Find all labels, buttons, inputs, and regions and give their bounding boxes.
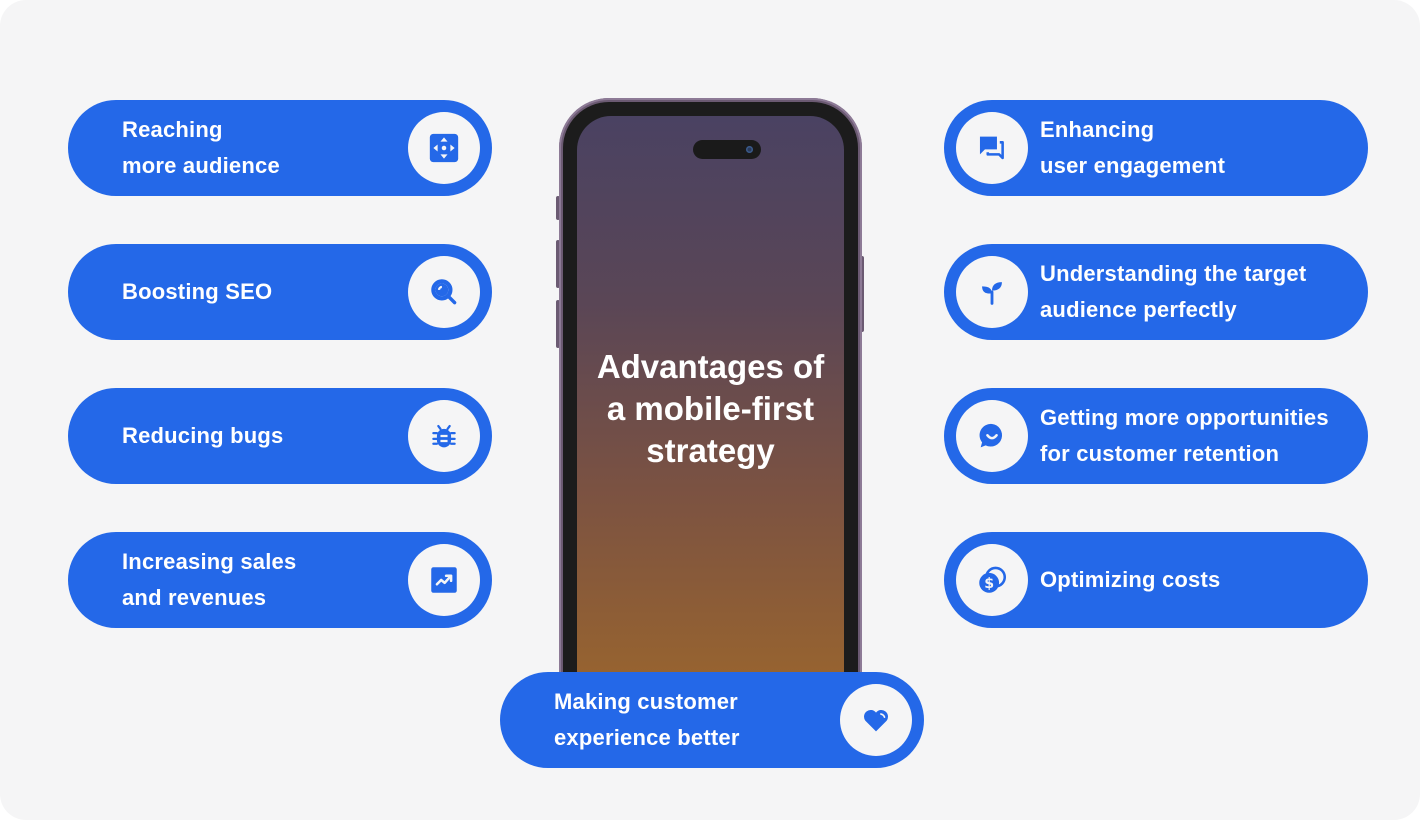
icon-circle	[408, 544, 480, 616]
icon-circle	[956, 112, 1028, 184]
sprout-icon	[982, 282, 1002, 305]
advantage-label: Reducing bugs	[122, 423, 284, 448]
advantage-label: Increasing sales and revenues	[122, 549, 297, 610]
advantage-reducing-bugs: Reducing bugs	[68, 388, 492, 484]
advantage-user-engagement: Enhancing user engagement	[944, 100, 1368, 196]
diagram-title: Advantages of a mobile-first strategy	[596, 348, 825, 469]
icon-circle	[408, 256, 480, 328]
dynamic-island	[693, 140, 761, 159]
phone-mockup: Advantages of a mobile-first strategy	[559, 98, 862, 738]
coins-icon: $	[979, 566, 1007, 593]
camera-icon	[746, 146, 753, 153]
advantage-label: Understanding the target audience perfec…	[1040, 261, 1307, 322]
advantage-label: Boosting SEO	[122, 279, 273, 304]
advantage-label: Making customer experience better	[554, 689, 740, 750]
heart-icon	[864, 709, 888, 732]
advantage-customer-retention: Getting more opportunities for customer …	[944, 388, 1368, 484]
advantage-increasing-sales: Increasing sales and revenues	[68, 532, 492, 628]
smile-chat-icon	[979, 423, 1003, 448]
svg-text:$: $	[984, 576, 994, 592]
advantage-customer-experience: Making customer experience better	[500, 672, 924, 768]
icon-circle	[408, 112, 480, 184]
icon-circle	[956, 256, 1028, 328]
icon-circle: $	[956, 544, 1028, 616]
advantage-boosting-seo: Boosting SEO	[68, 244, 492, 340]
icon-circle	[408, 400, 480, 472]
trending-up-icon	[431, 567, 457, 593]
advantage-optimizing-costs: $ Optimizing costs	[944, 532, 1368, 628]
advantage-label: Optimizing costs	[1040, 567, 1221, 592]
move-arrows-icon	[429, 133, 459, 163]
icon-circle	[840, 684, 912, 756]
search-icon	[431, 279, 457, 305]
advantage-label: Enhancing user engagement	[1040, 117, 1226, 178]
advantage-reaching-audience: Reaching more audience	[68, 100, 492, 196]
advantage-label: Getting more opportunities for customer …	[1040, 405, 1329, 466]
icon-circle	[956, 400, 1028, 472]
advantage-label: Reaching more audience	[122, 117, 280, 178]
chat-bubbles-icon	[979, 136, 1004, 160]
advantage-understanding-audience: Understanding the target audience perfec…	[944, 244, 1368, 340]
bug-icon	[432, 424, 456, 448]
